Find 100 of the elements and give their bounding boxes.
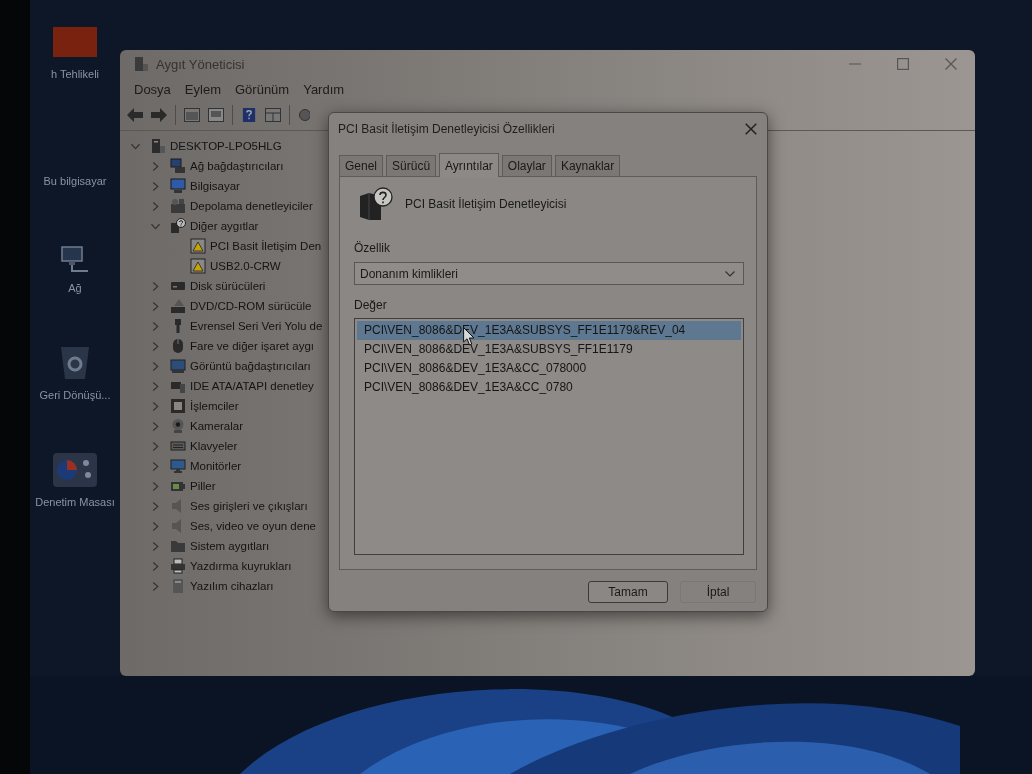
field-label: Özellik [354,241,390,255]
chevron-right-icon[interactable] [151,521,160,531]
network-icon[interactable] [61,245,89,273]
tree-item[interactable]: Monitörler [190,460,242,472]
dialog-button[interactable]: Tamam [588,581,668,603]
list-item[interactable]: PCI\VEN_8086&DEV_1E3A&CC_078000 [357,359,741,378]
tree-item[interactable]: Ses, video ve oyun dene [190,520,316,532]
folder-icon [170,538,186,554]
tree-item[interactable]: Disk sürücüleri [190,280,266,292]
desktop-icon-label[interactable]: Bu bilgisayar [33,174,117,189]
menu-item[interactable]: Yardım [297,81,351,97]
chevron-right-icon[interactable] [151,441,160,451]
tree-item[interactable]: Piller [190,480,216,492]
tree-item[interactable]: Ağ bağdaştırıcıları [190,160,284,172]
tree-item[interactable]: Ses girişleri ve çıkışları [190,500,308,512]
property-dropdown[interactable]: Donanım kimlikleri [354,262,744,285]
chevron-right-icon[interactable] [151,301,160,311]
dialog-title: PCI Basit İletişim Denetleyicisi Özellikleri [338,121,555,136]
chevron-right-icon[interactable] [151,181,160,191]
control-panel-icon[interactable] [53,453,97,487]
chevron-right-icon[interactable] [151,381,160,391]
tree-item[interactable]: Bilgisayar [190,180,240,192]
tree-item[interactable]: Fare ve diğer işaret aygı [190,340,314,352]
forward-arrow-icon[interactable] [151,108,167,122]
list-item[interactable]: PCI\VEN_8086&DEV_1E3A&SUBSYS_FF1E1179 [357,340,741,359]
tab[interactable]: Sürücü [386,155,437,176]
desktop-icon-label[interactable]: Geri Dönüşü... [33,388,117,403]
chevron-right-icon[interactable] [151,161,160,171]
desktop-icon-label[interactable]: Ağ [33,281,117,296]
tab[interactable]: Olaylar [501,155,552,176]
tree-item[interactable]: PCI Basit İletişim Den [210,240,322,252]
chevron-right-icon[interactable] [151,321,160,331]
recycle-bin-icon[interactable] [60,346,90,380]
chevron-right-icon[interactable] [151,361,160,371]
display-adapter-icon [170,358,186,374]
chevron-down-icon[interactable] [131,141,140,151]
computer-tower-icon [150,138,166,154]
chevron-right-icon[interactable] [151,501,160,511]
help-icon[interactable] [241,108,257,122]
keyboard-icon [170,438,186,454]
tab[interactable]: Ayrıntılar [439,153,499,177]
menu-item[interactable]: Görünüm [229,81,296,97]
tree-item[interactable]: Evrensel Seri Veri Yolu de [190,320,323,332]
tree-item[interactable]: Yazdırma kuyrukları [190,560,292,572]
close-icon[interactable] [745,122,757,135]
tree-item[interactable]: Klavyeler [190,440,238,452]
chevron-right-icon[interactable] [151,561,160,571]
storage-controller-icon [170,198,186,214]
maximize-icon[interactable] [897,58,909,70]
tree-item[interactable]: Depolama denetleyiciler [190,200,313,212]
device-name: PCI Basit İletişim Denetleyicisi [405,197,567,211]
computer-icon [170,178,186,194]
tree-item[interactable]: USB2.0-CRW [210,260,281,272]
tree-item[interactable]: İşlemciler [190,400,239,412]
mouse-icon [170,338,186,354]
tab[interactable]: Kaynaklar [554,155,621,176]
screen-icon[interactable] [208,108,224,122]
software-device-icon [170,578,186,594]
chevron-right-icon[interactable] [151,421,160,431]
tree-item[interactable]: DESKTOP-LPO5HLG [170,140,282,152]
network-adapter-icon [170,158,186,174]
field-label: Değer [354,298,387,312]
monitor-icon [170,458,186,474]
device-warning-icon [190,238,206,254]
tab[interactable]: Genel [339,155,384,176]
device-warning-icon [190,258,206,274]
tree-item[interactable]: Yazılım cihazları [190,580,274,592]
grid-icon[interactable] [265,108,281,122]
tree-item[interactable]: IDE ATA/ATAPI denetley [190,380,314,392]
processor-icon [170,398,186,414]
chevron-right-icon[interactable] [151,461,160,471]
chevron-down-icon[interactable] [151,221,160,231]
chevron-right-icon[interactable] [151,341,160,351]
chevron-right-icon[interactable] [151,481,160,491]
chevron-right-icon[interactable] [151,401,160,411]
window-title: Aygıt Yöneticisi [156,56,245,72]
menu-item[interactable]: Dosya [128,81,177,97]
dialog-button[interactable]: İptal [680,581,756,603]
list-item[interactable]: PCI\VEN_8086&DEV_1E3A&CC_0780 [357,378,741,397]
chevron-right-icon[interactable] [151,541,160,551]
app-tile-icon[interactable] [53,27,97,57]
unknown-device-icon [170,218,186,234]
chevron-right-icon[interactable] [151,581,160,591]
menu-item[interactable]: Eylem [178,81,227,97]
window-icon[interactable] [184,108,200,122]
desktop-icon-label[interactable]: Denetim Masası [33,495,117,510]
printer-icon [170,558,186,574]
tree-item[interactable]: Sistem aygıtları [190,540,270,552]
webcam-icon [170,418,186,434]
unknown-device-icon [359,187,393,221]
dvd-drive-icon [170,298,186,314]
close-icon[interactable] [945,58,957,70]
tree-item[interactable]: Görüntü bağdaştırıcıları [190,360,311,372]
desktop-icon-label[interactable]: h Tehlikeli [33,67,117,82]
back-arrow-icon[interactable] [127,108,143,122]
chevron-right-icon[interactable] [151,201,160,211]
tree-item[interactable]: DVD/CD-ROM sürücüle [190,300,312,312]
chevron-right-icon[interactable] [151,281,160,291]
tree-item[interactable]: Diğer aygıtlar [190,220,259,232]
tree-item[interactable]: Kameralar [190,420,244,432]
